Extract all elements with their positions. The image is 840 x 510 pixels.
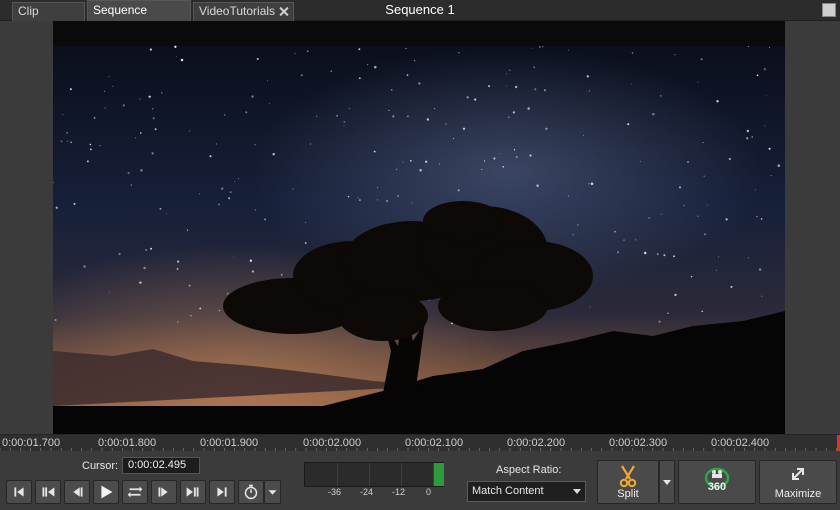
- meter-segment: [338, 463, 370, 486]
- previous-clip-button[interactable]: [35, 480, 61, 504]
- meter-segment: [370, 463, 402, 486]
- split-label: Split: [617, 488, 639, 500]
- next-clip-button[interactable]: [180, 480, 206, 504]
- chevron-down-icon: [573, 489, 581, 494]
- tab-bar: Clip Preview Sequence Preview VideoTutor…: [0, 0, 840, 36]
- skip-to-start-icon: [14, 487, 24, 497]
- tab-video-tutorials[interactable]: VideoTutorials: [193, 2, 294, 21]
- meter-label: -24: [360, 487, 374, 497]
- dropdown-arrow-icon: [663, 480, 671, 485]
- playback-speed-button[interactable]: [238, 480, 264, 504]
- skip-to-start-button[interactable]: [6, 480, 32, 504]
- close-icon[interactable]: [278, 6, 289, 17]
- sequence-preview-panel: Clip Preview Sequence Preview VideoTutor…: [0, 0, 840, 510]
- cursor-time-field[interactable]: 0:00:02.495: [122, 457, 200, 474]
- split-dropdown[interactable]: [659, 460, 675, 504]
- maximize-label: Maximize: [774, 488, 822, 500]
- meter-label: 0: [426, 487, 432, 497]
- loop-button[interactable]: [122, 480, 148, 504]
- meter-segment: [305, 463, 338, 486]
- loop-icon: [127, 486, 143, 498]
- step-back-icon: [73, 487, 83, 497]
- next-clip-icon: [186, 487, 199, 497]
- step-forward-icon: [158, 487, 168, 497]
- meter-label: -36: [328, 487, 342, 497]
- skip-to-end-button[interactable]: [209, 480, 235, 504]
- aspect-ratio-select[interactable]: Match Content: [467, 481, 586, 502]
- playback-speed-icon: [244, 484, 258, 500]
- undock-icon[interactable]: [822, 3, 836, 17]
- sequence-title: Sequence 1: [385, 2, 455, 17]
- scissors-icon: [619, 465, 637, 488]
- step-forward-button[interactable]: [151, 480, 177, 504]
- aspect-ratio-label: Aspect Ratio:: [496, 464, 562, 476]
- previous-clip-icon: [42, 487, 55, 497]
- maximize-icon: [792, 468, 804, 480]
- playback-controls: Cursor: 0:00:02.495 -36 -24 -12 0 Aspect…: [0, 451, 840, 510]
- meter-level: [434, 463, 444, 486]
- play-button[interactable]: [93, 480, 119, 504]
- preview-area: [0, 21, 840, 434]
- cursor-label: Cursor:: [82, 460, 119, 472]
- skip-to-end-icon: [217, 487, 227, 497]
- timeline-ruler[interactable]: 0:00:01.700 0:00:01.800 0:00:01.900 0:00…: [0, 434, 840, 451]
- meter-label: -12: [392, 487, 406, 497]
- aspect-ratio-value: Match Content: [472, 485, 544, 497]
- 360-label: 360: [707, 481, 727, 493]
- tab-sequence-preview[interactable]: Sequence Preview: [87, 0, 191, 36]
- play-icon: [101, 485, 113, 499]
- split-button[interactable]: Split: [597, 460, 659, 504]
- meter-segment: [402, 463, 434, 486]
- dropdown-arrow-icon: [268, 490, 277, 495]
- tab-label: VideoTutorials: [199, 4, 276, 18]
- audio-level-meter: [304, 462, 444, 487]
- step-back-button[interactable]: [64, 480, 90, 504]
- tab-clip-preview[interactable]: Clip Preview: [12, 2, 85, 35]
- maximize-button[interactable]: Maximize: [759, 460, 837, 504]
- playback-speed-dropdown[interactable]: [264, 480, 281, 504]
- 360-button[interactable]: 360: [678, 460, 756, 504]
- video-frame: [53, 21, 785, 434]
